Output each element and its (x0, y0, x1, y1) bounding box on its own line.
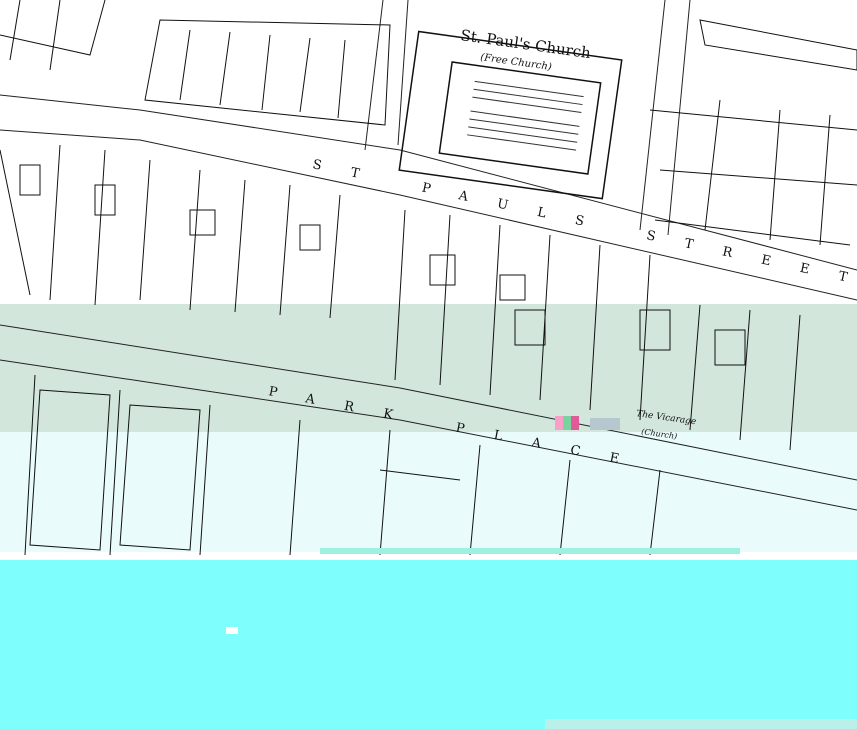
parcels-north (0, 0, 857, 246)
map-svg: St. Paul's Church (Free Church) ST PAULS… (0, 0, 857, 729)
scan-band-pale (0, 432, 857, 552)
scan-band-green (0, 304, 857, 432)
church-pews (467, 80, 584, 151)
street-edge (639, 0, 666, 231)
scan-strip-bottom (545, 719, 857, 729)
street-edge (364, 0, 384, 151)
street-edge (667, 0, 691, 236)
map-canvas: St. Paul's Church (Free Church) ST PAULS… (0, 0, 857, 729)
scan-band-cyan (0, 560, 857, 729)
church-name-label: St. Paul's Church (459, 26, 592, 62)
street-edge (0, 129, 857, 301)
